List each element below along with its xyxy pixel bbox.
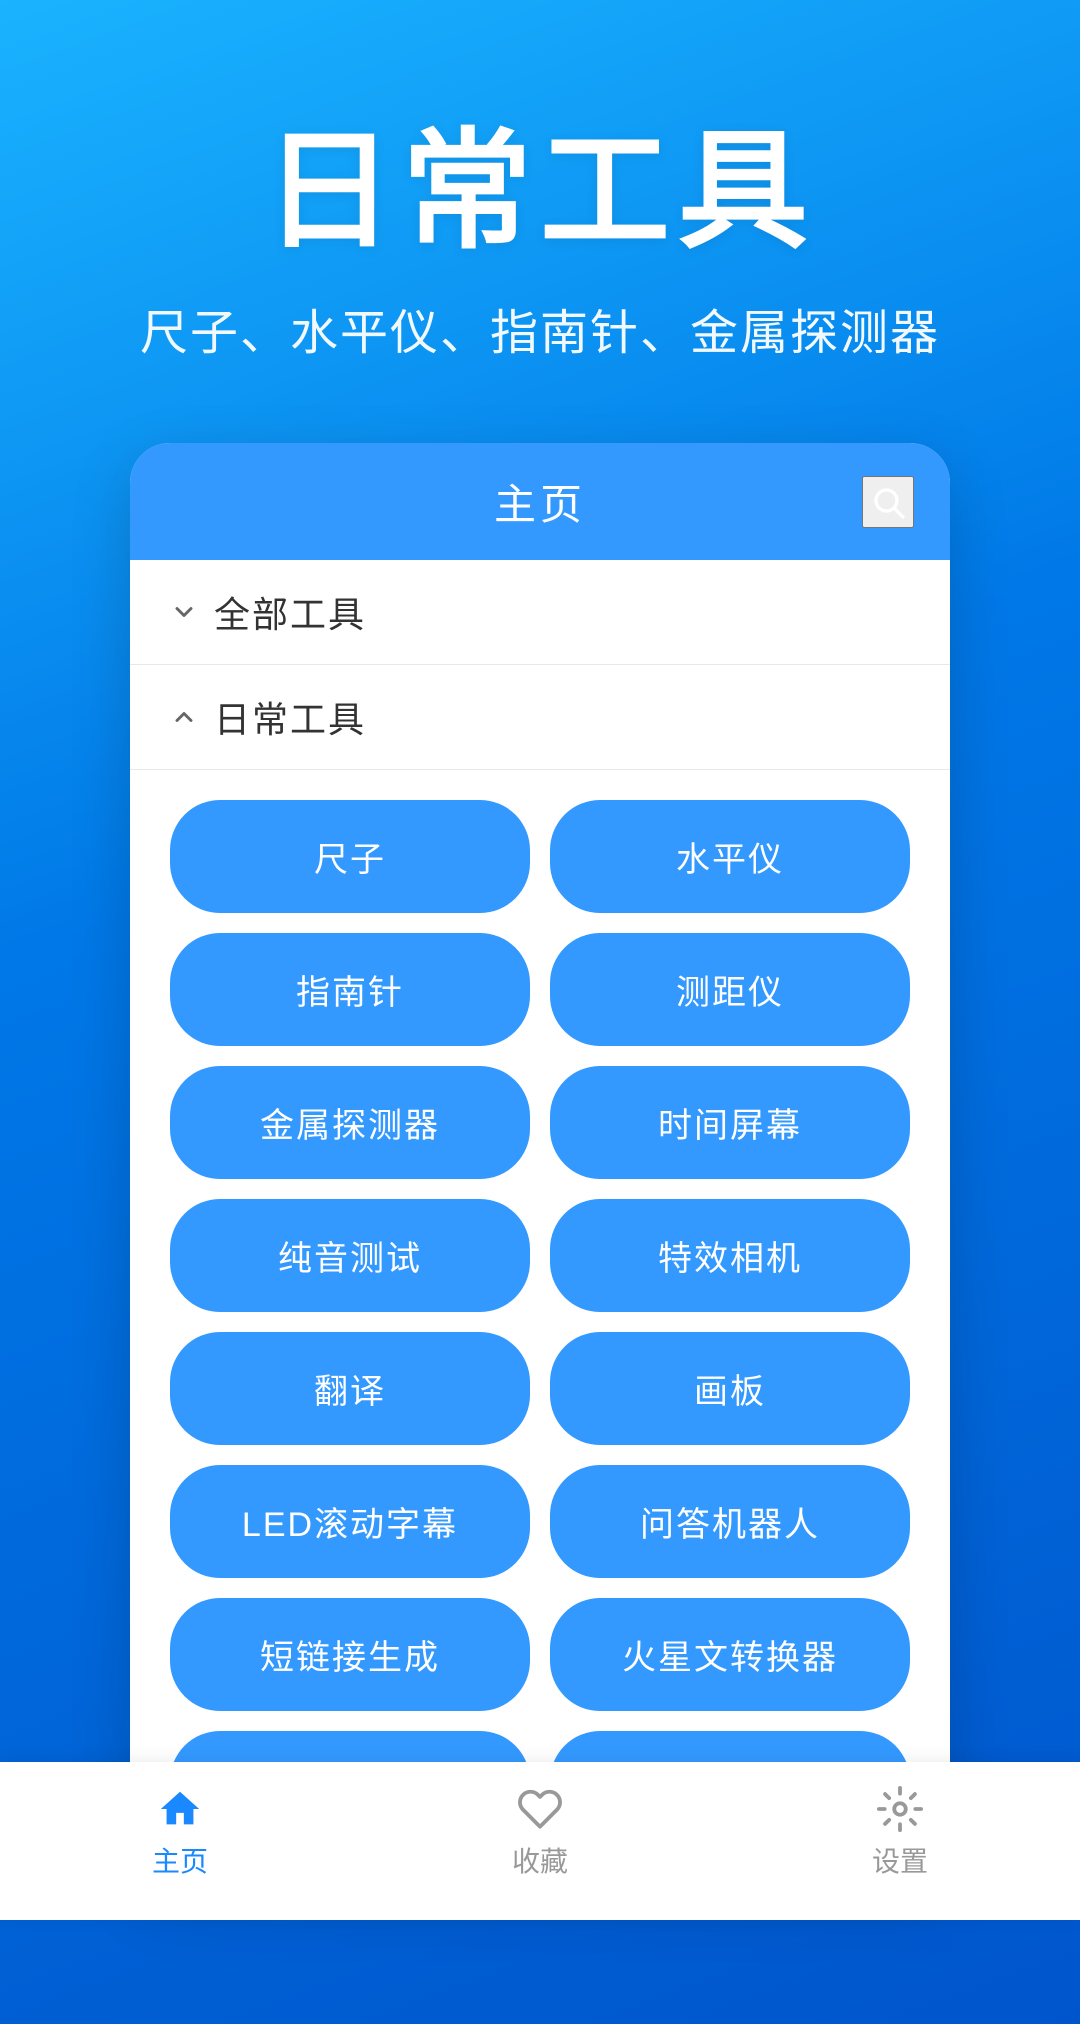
tool-martian-text[interactable]: 火星文转换器 <box>550 1598 910 1711</box>
chevron-up-icon <box>170 703 198 731</box>
nav-home[interactable]: 主页 <box>0 1786 360 1880</box>
category-daily-label: 日常工具 <box>214 691 366 743</box>
hero-section: 日常工具 尺子、水平仪、指南针、金属探测器 <box>0 0 1080 423</box>
category-all-tools[interactable]: 全部工具 <box>130 560 950 665</box>
hero-subtitle: 尺子、水平仪、指南针、金属探测器 <box>40 293 1040 363</box>
category-daily-tools[interactable]: 日常工具 <box>130 665 950 770</box>
tool-qa-robot[interactable]: 问答机器人 <box>550 1465 910 1578</box>
main-card: 主页 全部工具 日常工具 尺子 水平仪 指南针 测距仪 金属探测器 时间屏幕 纯… <box>130 443 950 1884</box>
nav-favorites-label: 收藏 <box>512 1840 568 1880</box>
card-header: 主页 <box>130 443 950 560</box>
search-button[interactable] <box>862 476 914 528</box>
card-header-title: 主页 <box>494 471 586 532</box>
tool-canvas[interactable]: 画板 <box>550 1332 910 1445</box>
nav-favorites[interactable]: 收藏 <box>360 1786 720 1880</box>
home-icon <box>157 1786 203 1832</box>
nav-home-label: 主页 <box>152 1840 208 1880</box>
tool-tone-test[interactable]: 纯音测试 <box>170 1199 530 1312</box>
tool-short-link[interactable]: 短链接生成 <box>170 1598 530 1711</box>
tool-rangefinder[interactable]: 测距仪 <box>550 933 910 1046</box>
category-all-label: 全部工具 <box>214 586 366 638</box>
chevron-down-icon <box>170 598 198 626</box>
tool-ruler[interactable]: 尺子 <box>170 800 530 913</box>
hero-title: 日常工具 <box>40 120 1040 263</box>
tool-translate[interactable]: 翻译 <box>170 1332 530 1445</box>
tool-grid: 尺子 水平仪 指南针 测距仪 金属探测器 时间屏幕 纯音测试 特效相机 翻译 画… <box>130 770 950 1884</box>
settings-icon <box>877 1786 923 1832</box>
tool-time-screen[interactable]: 时间屏幕 <box>550 1066 910 1179</box>
nav-settings[interactable]: 设置 <box>720 1786 1080 1880</box>
tool-compass[interactable]: 指南针 <box>170 933 530 1046</box>
tool-effect-camera[interactable]: 特效相机 <box>550 1199 910 1312</box>
tool-level[interactable]: 水平仪 <box>550 800 910 913</box>
tool-metal-detector[interactable]: 金属探测器 <box>170 1066 530 1179</box>
heart-icon <box>517 1786 563 1832</box>
tool-led-scroll[interactable]: LED滚动字幕 <box>170 1465 530 1578</box>
bottom-nav: 主页 收藏 设置 <box>0 1762 1080 1920</box>
nav-settings-label: 设置 <box>872 1840 928 1880</box>
search-icon <box>870 484 906 520</box>
